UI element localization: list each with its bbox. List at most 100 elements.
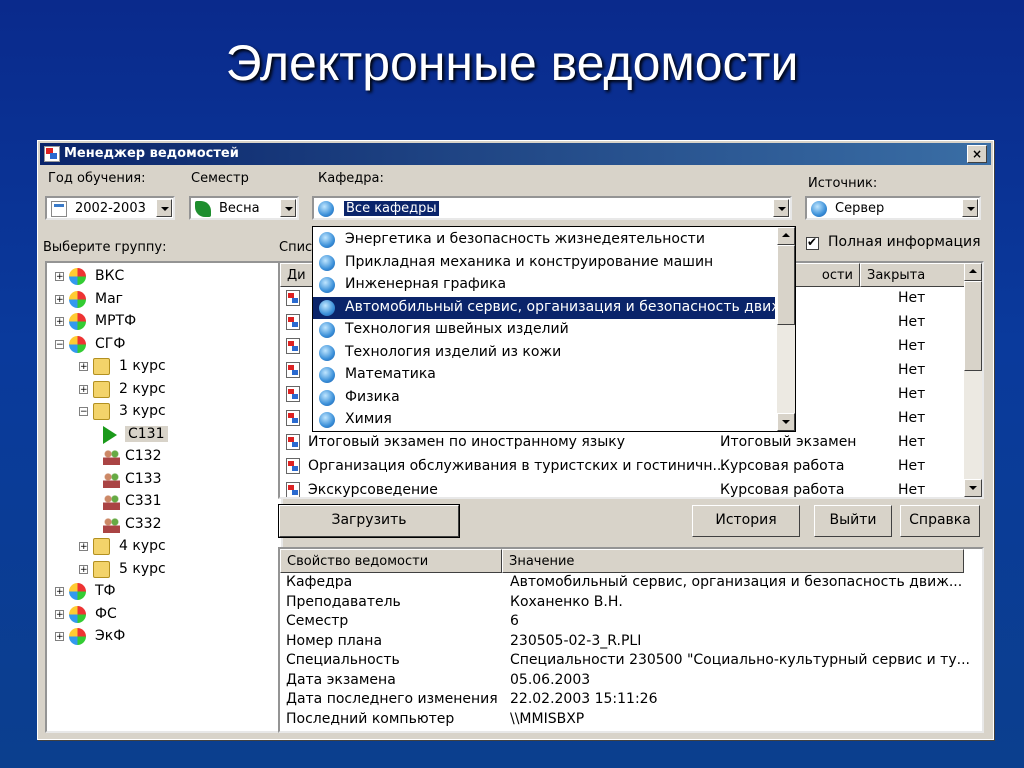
expander-toggle[interactable]: + [79, 362, 88, 372]
property-row[interactable]: Номер плана 230505-02-3_R.PLI [280, 632, 980, 652]
dropdown-option[interactable]: Физика [313, 387, 775, 409]
semester-combo[interactable]: Весна [189, 196, 299, 220]
property-value: \\MMISBXP [510, 710, 585, 727]
expander-toggle[interactable]: − [79, 407, 88, 417]
tree-item-label: 3 курс [119, 403, 166, 419]
column-header-closed[interactable]: Закрыта [860, 263, 966, 287]
table-row[interactable]: Экскурсоведение Курсовая работа Нет [280, 479, 960, 498]
dropdown-option[interactable]: Прикладная механика и конструирование ма… [313, 252, 775, 274]
dropdown-option[interactable]: Химия [313, 409, 775, 431]
discipline-cell: Организация обслуживания в туристских и … [308, 458, 726, 474]
expander-toggle[interactable]: + [55, 587, 64, 597]
globe-icon [319, 277, 335, 293]
group-icon [103, 470, 120, 488]
source-combo[interactable]: Сервер [805, 196, 981, 220]
dropdown-option-label: Автомобильный сервис, организация и безо… [345, 298, 784, 315]
chevron-down-icon[interactable] [962, 199, 978, 217]
property-row[interactable]: Дата экзамена 05.06.2003 [280, 671, 980, 691]
department-dropdown-list[interactable]: Энергетика и безопасность жизнедеятельно… [312, 226, 796, 432]
faculty-icon [69, 313, 86, 330]
dropdown-scrollbar[interactable] [777, 227, 795, 431]
close-button[interactable]: × [967, 145, 987, 163]
source-value: Сервер [835, 201, 885, 216]
globe-icon [319, 299, 335, 316]
property-row[interactable]: Специальность Специальности 230500 "Социа… [280, 651, 980, 671]
window-titlebar[interactable]: Менеджер ведомостей × [40, 143, 991, 165]
expander-toggle[interactable]: + [55, 294, 64, 304]
expander-toggle[interactable]: + [79, 384, 88, 394]
document-icon [286, 362, 300, 378]
expander-toggle[interactable]: + [55, 272, 64, 282]
dropdown-option-label: Математика [345, 366, 436, 382]
list-scrollbar[interactable] [964, 263, 982, 497]
scroll-thumb[interactable] [964, 281, 982, 371]
property-row[interactable]: Кафедра Автомобильный сервис, организация… [280, 573, 980, 593]
property-row[interactable]: Семестр 6 [280, 612, 980, 632]
semester-label: Семестр [191, 171, 249, 186]
chevron-down-icon[interactable] [156, 199, 172, 217]
dropdown-option-label: Технология швейных изделий [345, 321, 569, 337]
scroll-up-button[interactable] [777, 227, 795, 245]
dropdown-option-label: Прикладная механика и конструирование ма… [345, 253, 714, 270]
dropdown-option[interactable]: Технология изделий из кожи [313, 342, 775, 364]
full-info-checkbox[interactable] [806, 235, 819, 250]
document-icon [286, 338, 300, 354]
property-row[interactable]: Преподаватель Коханенко В.Н. [280, 593, 980, 613]
department-combo[interactable]: Все кафедры [312, 196, 792, 220]
exit-button[interactable]: Выйти [814, 505, 892, 537]
group-icon [103, 493, 120, 510]
expander-toggle[interactable]: − [55, 339, 64, 349]
property-value: Коханенко В.Н. [510, 593, 623, 610]
dropdown-option[interactable]: Математика [313, 364, 775, 386]
property-header-key[interactable]: Свойство ведомости [280, 549, 502, 573]
closed-cell: Нет [898, 434, 926, 450]
chevron-down-icon[interactable] [280, 199, 296, 217]
expander-toggle[interactable]: + [79, 564, 88, 574]
tree-item-label: 5 курс [119, 560, 166, 577]
tree-item-label: 1 курс [119, 358, 166, 374]
property-key: Дата экзамена [286, 671, 396, 688]
faculty-icon [69, 335, 86, 353]
scroll-thumb[interactable] [777, 245, 795, 325]
help-button[interactable]: Справка [900, 505, 980, 537]
closed-cell: Нет [898, 482, 926, 498]
globe-icon [319, 254, 335, 271]
property-row[interactable]: Дата последнего изменения 22.02.2003 15:1… [280, 690, 980, 710]
expander-toggle[interactable]: + [79, 542, 88, 552]
history-button[interactable]: История [692, 505, 800, 537]
scroll-down-button[interactable] [777, 413, 795, 431]
year-combo[interactable]: 2002-2003 [45, 196, 175, 220]
table-row[interactable]: Итоговый экзамен по иностранному языку Ит… [280, 431, 960, 455]
expander-toggle[interactable]: + [55, 609, 64, 619]
load-button[interactable]: Загрузить [278, 504, 460, 538]
dropdown-option[interactable]: Технология швейных изделий [313, 319, 775, 341]
tree-item-label: ТФ [95, 583, 116, 599]
property-value: 230505-02-3_R.PLI [510, 632, 642, 649]
property-row[interactable]: Последний компьютер \\MMISBXP [280, 710, 980, 730]
dropdown-option-label: Технология изделий из кожи [345, 343, 562, 360]
dropdown-option[interactable]: Автомобильный сервис, организация и безо… [313, 296, 784, 319]
calendar-icon [51, 201, 67, 217]
expander-toggle[interactable]: + [55, 317, 64, 327]
tree-item-label: 2 курс [119, 380, 166, 397]
globe-icon [319, 344, 335, 361]
closed-cell: Нет [898, 410, 926, 426]
play-icon [103, 425, 117, 444]
dropdown-option[interactable]: Энергетика и безопасность жизнедеятельно… [313, 229, 775, 251]
department-value: Все кафедры [344, 201, 439, 216]
closed-cell: Нет [898, 338, 926, 354]
property-header-value[interactable]: Значение [502, 549, 964, 573]
closed-cell: Нет [898, 314, 926, 330]
expander-toggle[interactable]: + [55, 632, 64, 642]
tree-item-label: С131 [125, 425, 168, 442]
scroll-down-button[interactable] [964, 479, 982, 497]
property-value: Автомобильный сервис, организация и безо… [510, 574, 963, 590]
type-cell: Курсовая работа [720, 482, 845, 498]
chevron-down-icon[interactable] [773, 199, 789, 217]
scroll-up-button[interactable] [964, 263, 982, 281]
properties-table[interactable]: Свойство ведомости Значение Кафедра Автом… [278, 547, 984, 733]
group-tree[interactable]: + ВКС + Маг + МРТФ − СГФ +1 курс +2 курс − 3 курс С1… [45, 261, 283, 733]
dropdown-option[interactable]: Инженерная графика [313, 274, 775, 296]
table-row[interactable]: Организация обслуживания в туристских и … [280, 455, 960, 479]
property-key: Преподаватель [286, 593, 401, 610]
